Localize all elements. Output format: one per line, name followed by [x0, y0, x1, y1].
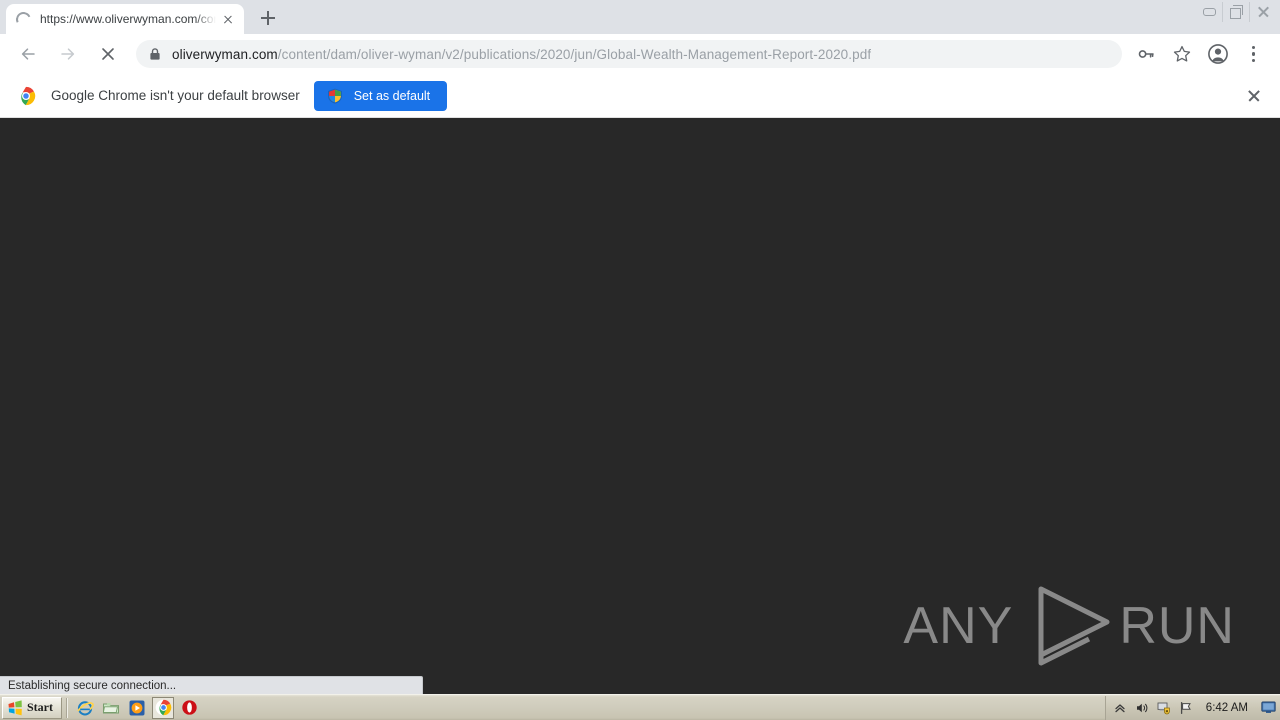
- quicklaunch-opera[interactable]: [178, 697, 200, 719]
- flag-icon: [1180, 701, 1191, 714]
- tab-strip: https://www.oliverwyman.com/cont: [0, 0, 1280, 34]
- url-text: oliverwyman.com/content/dam/oliver-wyman…: [172, 47, 871, 62]
- page-content-area: ANY RUN Establishing secure connection..…: [0, 118, 1280, 694]
- start-label: Start: [27, 700, 53, 714]
- url-path: /content/dam/oliver-wyman/v2/publication…: [277, 46, 872, 62]
- account-avatar-icon: [1208, 44, 1228, 64]
- red-circle-icon: [181, 700, 197, 715]
- media-player-icon: [129, 700, 145, 715]
- close-infobar-button[interactable]: [1242, 84, 1266, 108]
- clock[interactable]: 6:42 AM: [1206, 702, 1248, 714]
- arrow-right-icon: [61, 48, 75, 60]
- speaker-icon: [1136, 703, 1148, 712]
- new-tab-button[interactable]: [254, 4, 282, 32]
- network-shield-icon: [1157, 702, 1170, 714]
- quick-launch-separator: [66, 697, 68, 718]
- chrome-logo-icon: [155, 699, 171, 716]
- address-bar[interactable]: oliverwyman.com/content/dam/oliver-wyman…: [136, 40, 1122, 68]
- lock-icon[interactable]: [148, 47, 162, 61]
- status-text: Establishing secure connection...: [8, 679, 177, 692]
- loading-spinner-icon: [13, 9, 34, 29]
- bookmark-button[interactable]: [1168, 40, 1196, 68]
- chevron-up-icon: [1115, 703, 1125, 712]
- monitor-icon: [1260, 701, 1276, 713]
- windows-shield-icon: [327, 88, 342, 104]
- system-tray: 6:42 AM: [1104, 695, 1280, 720]
- quicklaunch-internet-explorer[interactable]: [74, 697, 96, 719]
- watermark-text-right: RUN: [1119, 597, 1235, 655]
- display-settings-icon[interactable]: [1260, 700, 1276, 716]
- back-button[interactable]: [14, 40, 42, 68]
- start-button[interactable]: Start: [2, 696, 62, 719]
- security-center-flag-icon[interactable]: [1178, 700, 1194, 716]
- status-bubble: Establishing secure connection...: [0, 676, 423, 694]
- forward-button[interactable]: [54, 40, 82, 68]
- set-as-default-label: Set as default: [353, 88, 431, 103]
- close-tab-icon[interactable]: [220, 11, 236, 27]
- anyrun-watermark: ANY RUN: [903, 583, 1235, 669]
- quicklaunch-google-chrome[interactable]: [152, 696, 174, 719]
- internet-explorer-icon: [77, 700, 94, 715]
- browser-window: https://www.oliverwyman.com/cont oliverw…: [0, 0, 1280, 694]
- key-icon: [1138, 50, 1154, 58]
- minimize-icon: [1202, 8, 1216, 16]
- volume-button[interactable]: [1134, 700, 1150, 716]
- default-browser-infobar: Google Chrome isn't your default browser…: [0, 74, 1280, 118]
- chrome-logo-icon: [16, 86, 36, 105]
- play-triangle-icon: [1038, 586, 1110, 666]
- show-hidden-icons-button[interactable]: [1112, 700, 1128, 716]
- quicklaunch-media-player[interactable]: [126, 697, 148, 719]
- restore-button[interactable]: [1222, 2, 1249, 22]
- minimize-button[interactable]: [1196, 2, 1222, 22]
- star-icon: [1173, 45, 1191, 62]
- close-icon: [1257, 6, 1269, 18]
- close-x-icon: [102, 48, 114, 60]
- url-domain: oliverwyman.com: [172, 46, 278, 62]
- stop-loading-button[interactable]: [94, 40, 122, 68]
- arrow-left-icon: [21, 48, 35, 60]
- folder-icon: [102, 702, 119, 713]
- tab-title: https://www.oliverwyman.com/cont: [40, 12, 216, 26]
- watermark-text-left: ANY: [903, 597, 1014, 655]
- quicklaunch-file-explorer[interactable]: [100, 697, 122, 719]
- set-as-default-button[interactable]: Set as default: [313, 80, 448, 111]
- windows-logo-icon: [8, 699, 22, 715]
- network-security-icon[interactable]: [1156, 700, 1172, 716]
- window-controls: [1196, 2, 1276, 22]
- three-dot-menu-icon: [1252, 45, 1256, 63]
- password-manager-button[interactable]: [1132, 40, 1160, 68]
- browser-tab[interactable]: https://www.oliverwyman.com/cont: [6, 4, 244, 34]
- chrome-menu-button[interactable]: [1240, 40, 1268, 68]
- profile-button[interactable]: [1204, 40, 1232, 68]
- infobar-message: Google Chrome isn't your default browser: [51, 88, 300, 103]
- browser-toolbar: oliverwyman.com/content/dam/oliver-wyman…: [0, 34, 1280, 74]
- close-window-button[interactable]: [1249, 2, 1276, 22]
- restore-icon: [1229, 4, 1243, 19]
- windows-taskbar: Start 6:42 AM: [0, 694, 1280, 720]
